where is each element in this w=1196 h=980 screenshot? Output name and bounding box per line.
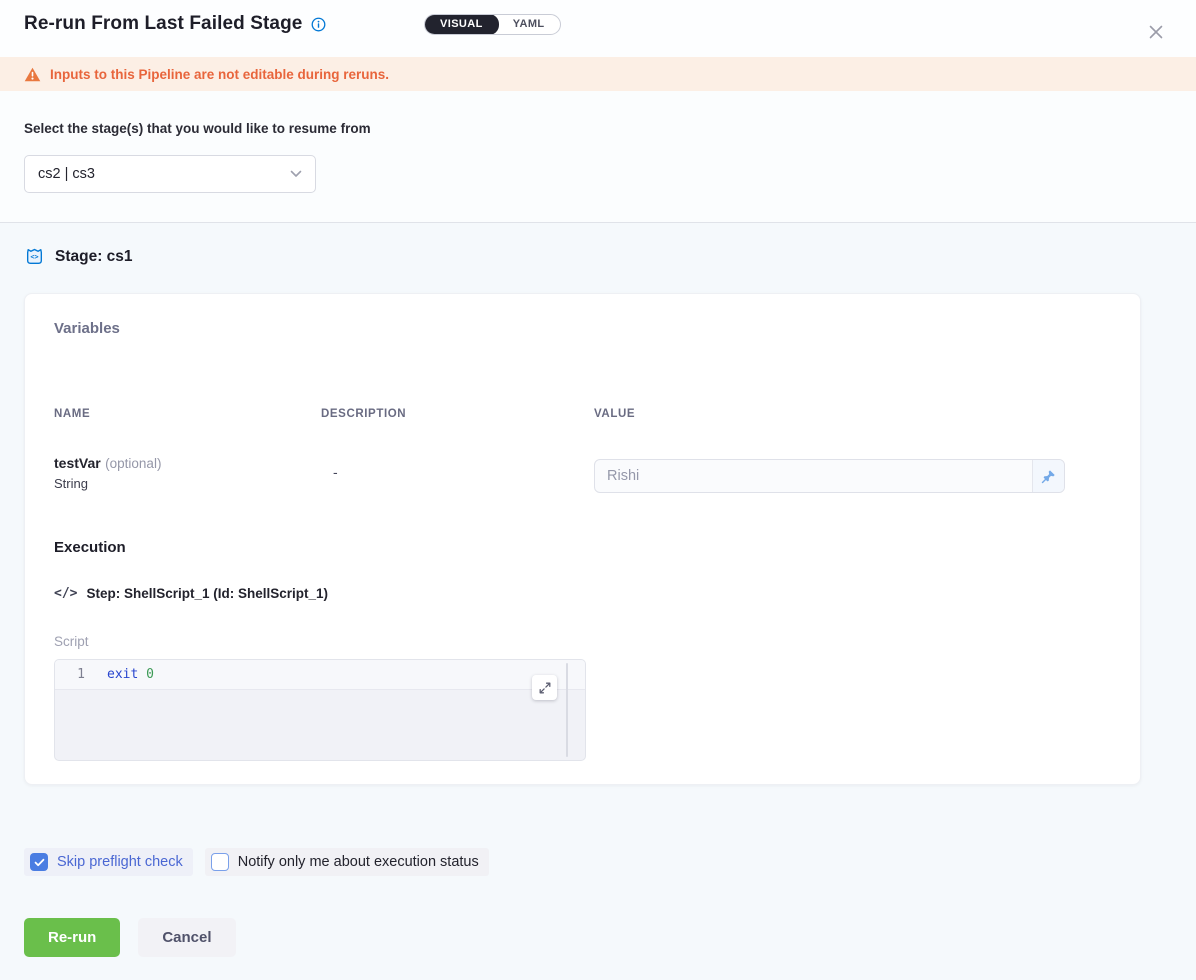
code-value: 0 <box>146 667 154 682</box>
stage-select-value: cs2 | cs3 <box>38 166 95 182</box>
notify-me-option[interactable]: Notify only me about execution status <box>205 848 489 876</box>
toggle-yaml[interactable]: YAML <box>498 15 560 34</box>
dialog-title: Re-run From Last Failed Stage <box>24 13 302 35</box>
variable-name: testVar <box>54 455 101 471</box>
stage-heading-text: Stage: cs1 <box>55 248 133 266</box>
notify-me-label: Notify only me about execution status <box>238 854 479 870</box>
variable-value-field <box>594 459 1065 493</box>
stage-select-dropdown[interactable]: cs2 | cs3 <box>24 155 316 193</box>
notify-me-checkbox[interactable] <box>211 853 229 871</box>
visual-yaml-toggle: VISUAL YAML <box>424 14 561 35</box>
stage-heading: <> Stage: cs1 <box>24 246 133 267</box>
chevron-down-icon <box>290 170 302 178</box>
warning-message: Inputs to this Pipeline are not editable… <box>50 67 389 82</box>
script-editor[interactable]: 1 exit 0 <box>54 659 586 761</box>
code-keyword: exit <box>107 667 138 682</box>
warning-banner: Inputs to this Pipeline are not editable… <box>0 57 1196 91</box>
execution-title: Execution <box>54 539 126 556</box>
rerun-button[interactable]: Re-run <box>24 918 120 957</box>
code-icon: </> <box>54 586 77 601</box>
warning-icon <box>24 67 41 82</box>
line-number: 1 <box>55 667 107 682</box>
expand-icon[interactable] <box>532 675 557 700</box>
variable-type: String <box>54 476 161 491</box>
column-header-name: NAME <box>54 408 90 420</box>
dialog-footer: Re-run Cancel <box>24 918 236 957</box>
step-label: Step: ShellScript_1 (Id: ShellScript_1) <box>86 586 328 601</box>
variable-optional-note: (optional) <box>105 456 161 471</box>
stage-inputs-card: Variables NAME DESCRIPTION VALUE testVar… <box>24 293 1141 785</box>
custom-stage-icon: <> <box>24 246 45 267</box>
variable-value-input[interactable] <box>595 460 1032 492</box>
options-row: Skip preflight check Notify only me abou… <box>24 848 489 876</box>
column-header-value: VALUE <box>594 408 635 420</box>
editor-line: 1 exit 0 <box>55 660 585 690</box>
rerun-dialog: Re-run From Last Failed Stage VISUAL YAM… <box>0 0 1196 980</box>
step-row: </> Step: ShellScript_1 (Id: ShellScript… <box>54 586 328 601</box>
close-icon[interactable] <box>1147 23 1165 41</box>
skip-preflight-label: Skip preflight check <box>57 854 183 870</box>
svg-text:<>: <> <box>30 253 38 261</box>
script-label: Script <box>54 634 89 649</box>
dialog-header: Re-run From Last Failed Stage VISUAL YAM… <box>0 0 1196 57</box>
skip-preflight-option[interactable]: Skip preflight check <box>24 848 193 876</box>
variable-name-cell: testVar (optional) String <box>54 455 161 491</box>
toggle-visual[interactable]: VISUAL <box>424 14 499 35</box>
pin-icon[interactable] <box>1032 460 1064 492</box>
editor-scrollbar[interactable] <box>566 663 568 757</box>
stage-select-section: Select the stage(s) that you would like … <box>0 91 1196 223</box>
stage-select-label: Select the stage(s) that you would like … <box>24 121 371 136</box>
cancel-button[interactable]: Cancel <box>138 918 235 957</box>
variable-description-cell: - <box>333 464 338 480</box>
variables-title: Variables <box>54 320 120 337</box>
column-header-description: DESCRIPTION <box>321 408 406 420</box>
info-icon[interactable] <box>311 17 326 32</box>
skip-preflight-checkbox[interactable] <box>30 853 48 871</box>
